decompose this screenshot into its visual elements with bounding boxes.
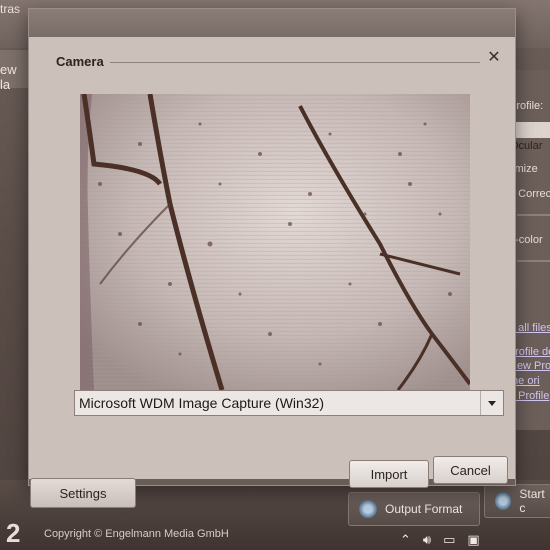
system-tray: ⌃ 🔊︎ ▭ ▣ <box>400 532 480 550</box>
cancel-button[interactable]: Cancel <box>433 456 508 484</box>
camera-source-select[interactable]: Microsoft WDM Image Capture (Win32) <box>74 390 504 416</box>
output-format-label: Output Format <box>385 502 463 516</box>
new-layout-label: ew la <box>0 62 17 92</box>
import-label: Import <box>370 466 408 482</box>
start-label: Start c <box>519 487 545 515</box>
network-icon[interactable]: ▣ <box>467 532 479 550</box>
monitor-icon[interactable]: ▭ <box>443 532 455 550</box>
volume-icon[interactable]: 🔊︎ <box>423 532 431 550</box>
color-slider[interactable] <box>517 260 550 262</box>
microscope-image <box>80 94 470 390</box>
menu-extras[interactable]: tras <box>0 2 20 16</box>
new-layout-button[interactable]: ew la <box>0 50 30 92</box>
dialog-title: Camera <box>56 54 104 69</box>
title-divider <box>110 62 480 63</box>
dialog-titlebar[interactable] <box>29 9 515 37</box>
app-logo: 2 <box>6 518 21 548</box>
start-conversion-button[interactable]: Start c <box>484 484 550 518</box>
close-button[interactable]: ✕ <box>486 50 502 66</box>
camera-preview <box>80 94 470 390</box>
close-icon: ✕ <box>487 49 501 66</box>
chevron-up-icon[interactable]: ⌃ <box>400 532 411 550</box>
camera-source-value: Microsoft WDM Image Capture (Win32) <box>79 395 325 411</box>
output-format-button[interactable]: Output Format <box>348 492 480 526</box>
settings-button[interactable]: Settings <box>30 478 136 508</box>
start-icon <box>495 492 512 510</box>
copyright-text: Copyright © Engelmann Media GmbH <box>44 528 229 540</box>
gear-icon <box>359 500 377 518</box>
chevron-down-icon[interactable] <box>480 391 503 415</box>
settings-label: Settings <box>59 485 107 501</box>
import-button[interactable]: Import <box>349 460 429 488</box>
cancel-label: Cancel <box>450 462 491 478</box>
correction-slider[interactable] <box>517 214 550 216</box>
